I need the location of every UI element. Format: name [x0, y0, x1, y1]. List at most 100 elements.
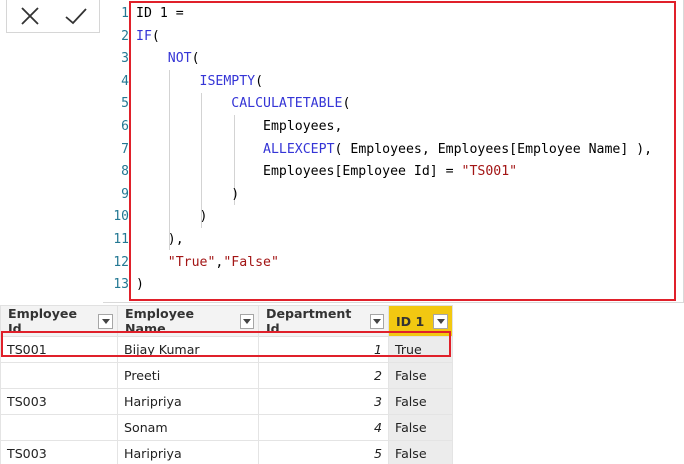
- cell-employee-name[interactable]: Haripriya: [117, 388, 259, 415]
- cell-id-1[interactable]: False: [388, 362, 453, 389]
- line-number: 1: [121, 6, 129, 21]
- code-text: ID 1 =: [136, 6, 192, 21]
- column-filter-button[interactable]: [239, 313, 254, 329]
- cell-department-id[interactable]: 2: [258, 362, 389, 389]
- column-header-department-id[interactable]: Department Id: [258, 305, 389, 337]
- line-number: 6: [121, 118, 129, 134]
- line-number: 2: [121, 28, 129, 44]
- code-text: Employees[Employee Id] =: [136, 164, 462, 180]
- column-header-id-1[interactable]: ID 1: [388, 305, 453, 337]
- code-text: ): [136, 277, 144, 293]
- code-line[interactable]: "True","False": [136, 252, 683, 275]
- code-line[interactable]: ID 1 =: [136, 3, 683, 26]
- cell-employee-name[interactable]: Sonam: [117, 414, 259, 441]
- line-number: 4: [121, 73, 129, 89]
- cell-employee-id[interactable]: TS003: [0, 388, 118, 415]
- code-keyword: CALCULATETABLE: [231, 96, 343, 112]
- table-row[interactable]: TS001 Bijay Kumar 1 True: [0, 336, 453, 363]
- cell-id-1[interactable]: True: [388, 336, 453, 363]
- cell-department-id[interactable]: 5: [258, 440, 389, 464]
- cancel-formula-button[interactable]: [15, 1, 45, 31]
- code-keyword: ISEMPTY: [199, 73, 256, 89]
- column-header-employee-id[interactable]: Employee Id: [0, 305, 118, 337]
- code-text: ): [136, 186, 240, 202]
- code-text: ),: [136, 231, 184, 247]
- cell-id-1[interactable]: False: [388, 388, 453, 415]
- cell-employee-name[interactable]: Preeti: [117, 362, 259, 389]
- column-header-label: Department Id: [266, 306, 352, 336]
- code-text: (: [342, 96, 351, 112]
- chevron-down-icon: [101, 318, 110, 324]
- cell-employee-name[interactable]: Bijay Kumar: [117, 336, 259, 363]
- code-keyword: NOT: [167, 51, 192, 67]
- line-number: 11: [113, 231, 129, 247]
- table-row[interactable]: TS003 Haripriya 3 False: [0, 388, 453, 415]
- cell-employee-name[interactable]: Haripriya: [117, 440, 259, 464]
- column-filter-button[interactable]: [369, 313, 384, 329]
- chevron-down-icon: [242, 318, 251, 324]
- dax-code[interactable]: ID 1 = IF( NOT( ISEMPTY( CALCULATETABLE(…: [136, 3, 683, 297]
- code-line[interactable]: Employees,: [136, 116, 683, 139]
- column-filter-button[interactable]: [98, 313, 113, 329]
- cell-employee-id[interactable]: [0, 362, 118, 389]
- formula-editor[interactable]: 1 2 3 4 5 6 7 8 9 10 11 12 13 ID 1 = IF( NOT( ISEMPT…: [103, 0, 684, 303]
- check-icon: [65, 8, 87, 25]
- code-line[interactable]: CALCULATETABLE(: [136, 93, 683, 116]
- cell-id-1[interactable]: False: [388, 414, 453, 441]
- code-text: (: [151, 28, 160, 44]
- cell-department-id[interactable]: 4: [258, 414, 389, 441]
- column-header-employee-name[interactable]: Employee Name: [117, 305, 259, 337]
- cell-employee-id[interactable]: [0, 414, 118, 441]
- table-row[interactable]: Preeti 2 False: [0, 362, 453, 389]
- data-grid: Employee Id Employee Name Department Id …: [0, 305, 453, 464]
- cell-department-id[interactable]: 3: [258, 388, 389, 415]
- code-line[interactable]: ): [136, 274, 683, 297]
- line-number: 9: [121, 186, 129, 202]
- chevron-down-icon: [372, 318, 381, 324]
- code-line[interactable]: ),: [136, 229, 683, 252]
- line-number: 3: [121, 51, 129, 67]
- line-number-gutter: 1 2 3 4 5 6 7 8 9 10 11 12 13: [103, 3, 129, 297]
- chevron-down-icon: [436, 318, 445, 324]
- power-bi-table-view: 1 2 3 4 5 6 7 8 9 10 11 12 13 ID 1 = IF( NOT( ISEMPT…: [0, 0, 684, 464]
- table-row[interactable]: Sonam 4 False: [0, 414, 453, 441]
- commit-formula-button[interactable]: [61, 1, 91, 31]
- code-keyword: IF: [136, 28, 152, 44]
- line-number: 12: [113, 254, 129, 270]
- cell-employee-id[interactable]: TS003: [0, 440, 118, 464]
- code-string: "True": [167, 254, 216, 270]
- cell-department-id[interactable]: 1: [258, 336, 389, 363]
- code-keyword: ALLEXCEPT: [263, 141, 335, 157]
- column-header-label: Employee Name: [125, 306, 195, 336]
- line-number: 10: [113, 209, 129, 225]
- code-line[interactable]: IF(: [136, 26, 683, 49]
- column-filter-button[interactable]: [433, 313, 448, 329]
- line-number: 5: [121, 96, 129, 112]
- code-text: (: [255, 73, 264, 89]
- line-number: 13: [113, 277, 129, 293]
- code-line[interactable]: ISEMPTY(: [136, 71, 683, 94]
- table-row[interactable]: TS003 Haripriya 5 False: [0, 440, 453, 464]
- code-line[interactable]: Employees[Employee Id] = "TS001": [136, 161, 683, 184]
- code-text: Employees,: [136, 118, 343, 134]
- cell-employee-id[interactable]: TS001: [0, 336, 118, 363]
- column-header-label: Employee Id: [8, 306, 78, 336]
- code-text: (: [191, 51, 200, 67]
- code-string: "False": [223, 254, 279, 270]
- code-line[interactable]: ALLEXCEPT( Employees, Employees[Employee…: [136, 139, 683, 162]
- code-string: "TS001": [461, 164, 518, 180]
- code-text: ( Employees, Employees[Employee Name] ),: [334, 141, 653, 157]
- code-text: ): [136, 209, 208, 225]
- line-number: 7: [121, 141, 129, 157]
- close-icon: [21, 7, 39, 25]
- formula-bar-buttons: [6, 0, 100, 33]
- code-line[interactable]: NOT(: [136, 48, 683, 71]
- code-line[interactable]: ): [136, 206, 683, 229]
- code-line[interactable]: ): [136, 184, 683, 207]
- cell-id-1[interactable]: False: [388, 440, 453, 464]
